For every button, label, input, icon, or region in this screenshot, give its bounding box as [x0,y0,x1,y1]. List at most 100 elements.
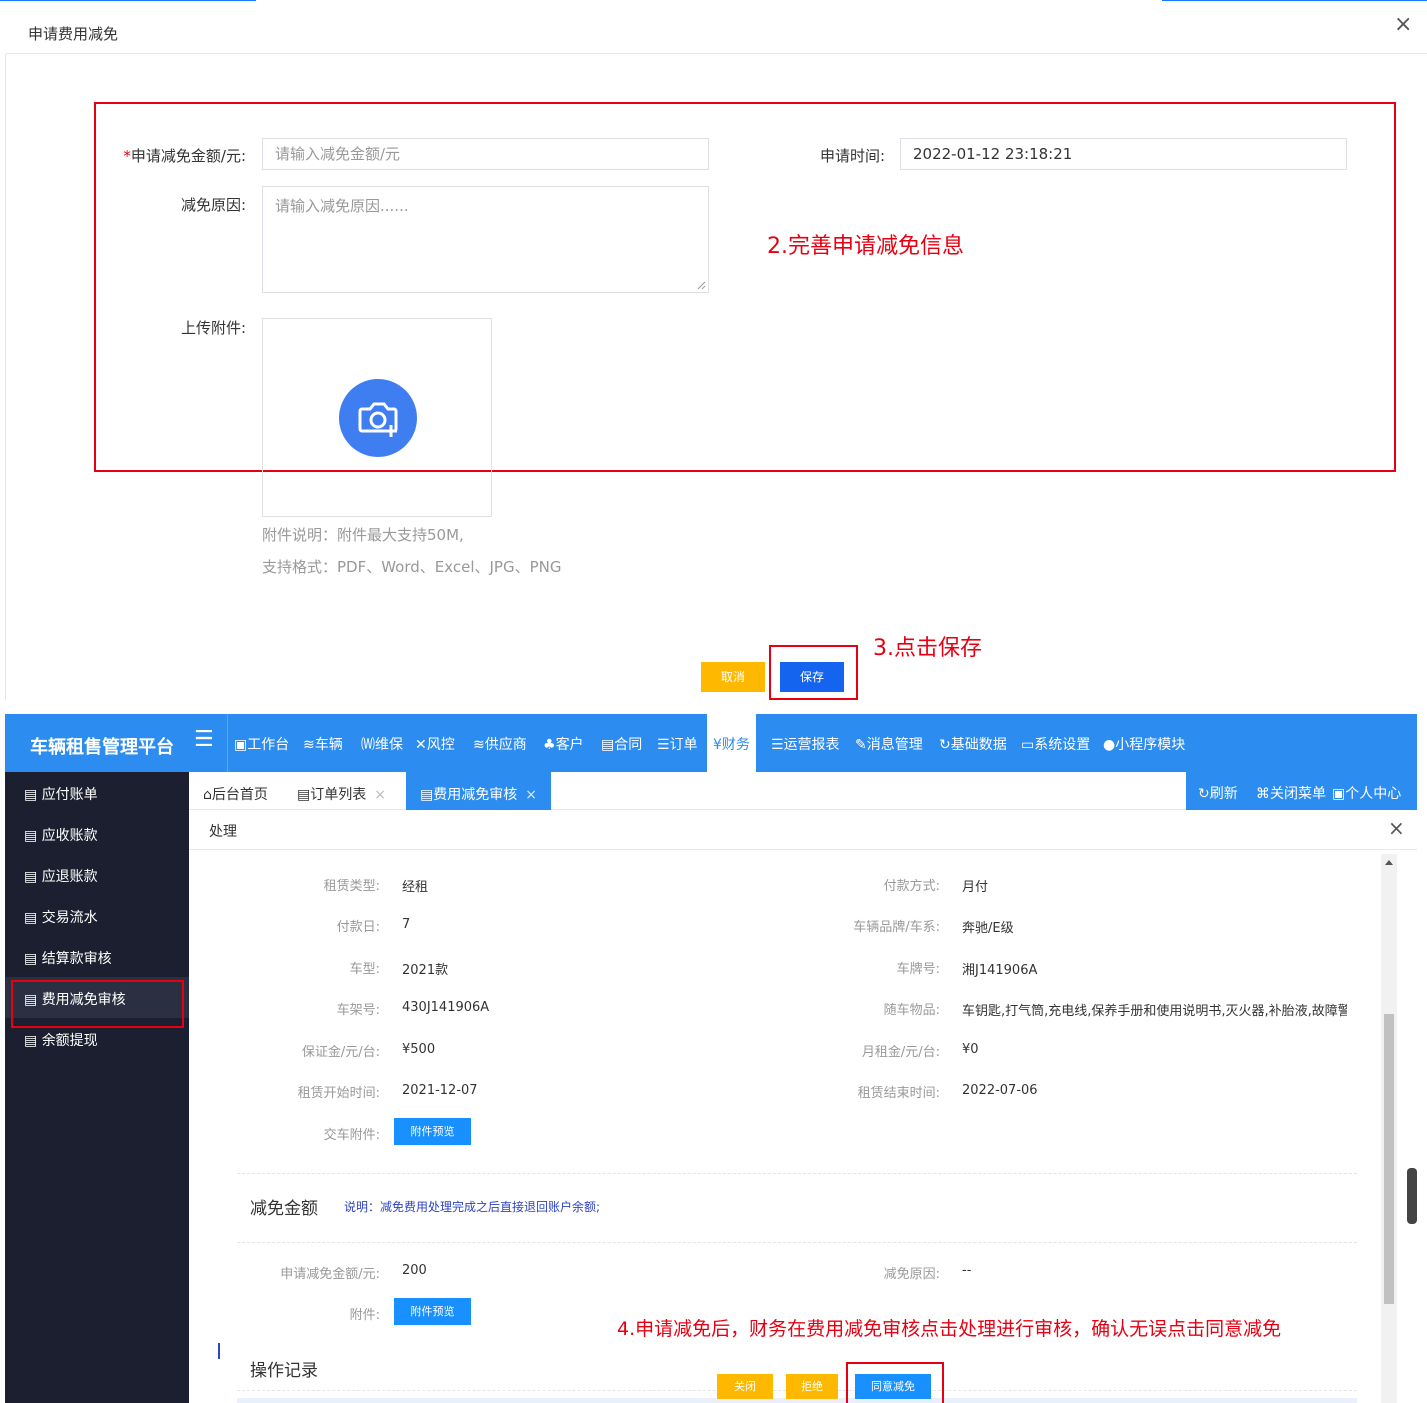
sidebar-item-payables[interactable]: ▤ 应付账单 [5,772,189,813]
nav-vehicles[interactable]: ≋车辆 [303,734,343,754]
side-handle[interactable] [1407,1168,1417,1224]
refresh-icon: ↻ [1198,786,1210,802]
list-icon: ☰ [657,737,670,753]
attachment-hint-format: 支持格式：PDF、Word、Excel、JPG、PNG [262,558,562,576]
deposit-value: ¥500 [402,1042,436,1057]
time-value: 2022-01-12 23:18:21 [913,145,1073,163]
vin-label: 车架号: [336,1003,380,1018]
upload-label: 上传附件: [180,319,246,337]
close-icon[interactable]: × [525,787,537,803]
nav-customer[interactable]: ♣客户 [543,734,584,754]
pay-day-label: 付款日: [336,920,380,935]
brand-title: 车辆租售管理平台 [30,737,174,758]
refresh-icon: ↻ [939,737,951,753]
close-button[interactable]: 关闭 [717,1374,773,1399]
tab-orders[interactable]: ▤订单列表 × [297,772,386,810]
reduction-note: 说明：减免费用处理完成之后直接退回账户余额; [344,1200,601,1214]
profile-button[interactable]: ▣个人中心 [1332,783,1401,803]
monitor-icon: ▭ [1021,737,1035,753]
upload-area[interactable] [262,318,492,517]
annotation-step2: 2.完善申请减免信息 [767,234,964,259]
reduction-amount-label: 申请减免金额/元: [280,1267,380,1282]
menu-toggle-icon[interactable]: ☰ [194,727,214,752]
time-input[interactable]: 2022-01-12 23:18:21 [900,138,1347,170]
rent-label: 月租金/元/台: [861,1045,940,1060]
divider [237,1173,1357,1174]
edit-icon: ✎ [855,737,867,753]
pay-day-value: 7 [402,917,411,932]
pay-method-label: 付款方式: [883,879,940,894]
reduction-reason-value: -- [962,1263,972,1278]
end-date-value: 2022-07-06 [962,1083,1038,1098]
doc-icon: ▤ [24,910,42,926]
amount-input[interactable]: 请输入减免金额/元 [262,138,709,170]
amount-placeholder: 请输入减免金额/元 [275,145,401,163]
file-icon: ▤ [601,737,615,753]
reason-textarea[interactable]: 请输入减免原因...... [262,186,709,293]
doc-icon: ▤ [420,787,434,803]
divider [0,0,256,1]
reduction-section-title: 减免金额 [250,1199,318,1219]
workbench-icon: ▣ [234,737,248,753]
reason-label: 减免原因: [180,196,246,214]
reduction-reason-label: 减免原因: [883,1267,940,1282]
yen-icon: ¥ [713,737,722,753]
reduction-attachment-label: 附件: [349,1308,380,1323]
doc-icon: ▤ [297,787,311,803]
nav-contract[interactable]: ▤合同 [601,734,642,754]
nav-basedata[interactable]: ↻基础数据 [939,734,1007,754]
model-value: 2021款 [402,963,449,978]
dialog-title: 申请费用减免 [28,25,119,43]
doc-icon: ▤ [24,869,42,885]
divider [227,714,228,772]
reject-button[interactable]: 拒绝 [786,1374,838,1399]
doc-w-icon: 🄦 [361,737,375,753]
close-icon[interactable]: × [1388,816,1405,840]
reduction-dialog: 申请费用减免 × *申请减免金额/元: 请输入减免金额/元 申请时间: 2022… [0,0,1427,700]
panel-title: 处理 [209,824,237,840]
scroll-up-icon[interactable] [1385,860,1393,865]
items-label: 随车物品: [883,1003,940,1018]
nav-reports[interactable]: ☰运营报表 [771,734,840,754]
sidebar-item-settlement[interactable]: ▤ 结算款审核 [5,936,189,977]
tools-icon: ✕ [415,737,427,753]
tag-icon: ⌘ [1256,786,1270,802]
close-menu-button[interactable]: ⌘关闭菜单 [1256,783,1326,803]
sidebar-item-transactions[interactable]: ▤ 交易流水 [5,895,189,936]
nav-messages[interactable]: ✎消息管理 [855,734,923,754]
doc-icon: ▤ [24,1033,42,1049]
doc-icon: ▤ [24,951,42,967]
nav-maintenance[interactable]: 🄦维保 [361,734,403,754]
refresh-button[interactable]: ↻刷新 [1198,783,1238,803]
close-icon[interactable]: × [1394,12,1412,37]
sidebar-item-receivables[interactable]: ▤ 应收账款 [5,813,189,854]
plate-value: 湘J141906A [962,963,1038,978]
tab-fee-reduction[interactable]: ▤费用减免审核 × [406,772,551,810]
nav-supplier[interactable]: ≋供应商 [473,734,527,754]
end-date-label: 租赁结束时间: [857,1086,940,1101]
top-navbar: 车辆租售管理平台 ☰ ▣工作台 ≋车辆 🄦维保 ✕风控 ≋供应商 ♣客户 ▤合同… [5,714,1417,772]
nav-miniprogram[interactable]: ●小程序模块 [1103,734,1185,754]
close-icon[interactable]: × [374,787,386,803]
cancel-button[interactable]: 取消 [701,662,765,692]
attachment-preview-button[interactable]: 附件预览 [394,1118,471,1145]
scrollbar[interactable] [1381,854,1397,1403]
camera-add-icon[interactable] [339,379,417,457]
save-button[interactable]: 保存 [780,662,844,692]
sidebar-item-refunds[interactable]: ▤ 应退账款 [5,854,189,895]
nav-order[interactable]: ☰订单 [657,734,698,754]
nav-risk[interactable]: ✕风控 [415,734,455,754]
lease-type-label: 租赁类型: [323,879,380,894]
pay-method-value: 月付 [962,880,989,895]
scrollbar-thumb[interactable] [1384,1014,1394,1304]
nav-settings[interactable]: ▭系统设置 [1021,734,1090,754]
items-value: 车钥匙,打气筒,充电线,保养手册和使用说明书,灭火器,补胎液,故障警 [962,1004,1347,1019]
attachment-preview-button[interactable]: 附件预览 [394,1298,471,1325]
tab-home[interactable]: ⌂后台首页 [203,772,268,810]
start-date-label: 租赁开始时间: [297,1086,380,1101]
annotation-box [846,1362,944,1403]
nav-finance[interactable]: ¥财务 [707,714,756,772]
users-icon: ♣ [543,737,556,753]
resize-handle-icon[interactable] [697,281,706,290]
nav-workbench[interactable]: ▣工作台 [234,734,289,754]
